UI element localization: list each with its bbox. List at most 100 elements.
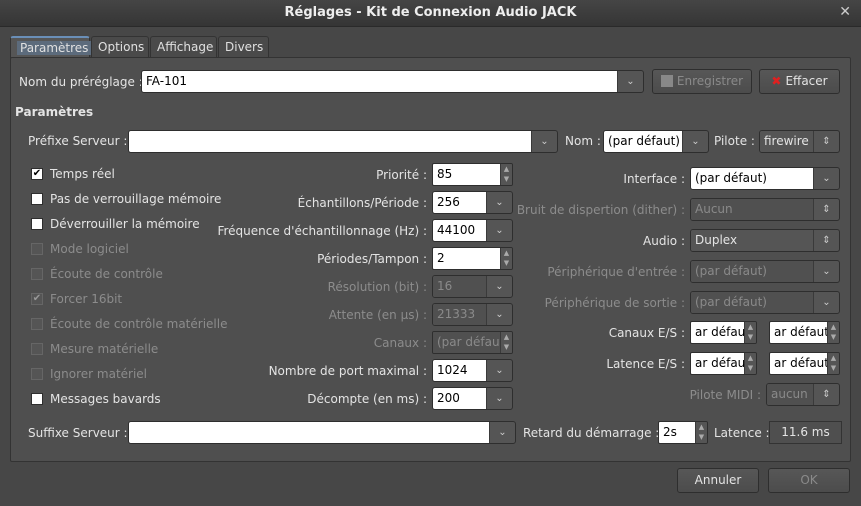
audio-value[interactable]: Duplex: [691, 230, 813, 251]
server-suffix-label: Suffixe Serveur :: [28, 426, 128, 440]
server-name-label: Nom :: [565, 134, 601, 148]
checkbox-label[interactable]: Écoute de contrôle: [50, 266, 163, 282]
preset-name-value[interactable]: FA-101: [142, 71, 617, 92]
spin-arrows-icon[interactable]: ▲ ▼: [744, 353, 756, 374]
channels-in-value[interactable]: ar défaut): [691, 322, 744, 343]
checkbox[interactable]: [31, 393, 43, 405]
server-prefix-value[interactable]: [129, 131, 531, 152]
param-spin[interactable]: (par défaut)▲▼: [432, 331, 513, 354]
audio-combo[interactable]: Aucun ⇕: [690, 198, 840, 221]
latency-value: 11.6 ms: [769, 421, 842, 444]
checkbox-label[interactable]: Déverrouiller la mémoire: [50, 216, 200, 232]
midi-driver-label: Pilote MIDI :: [689, 388, 761, 402]
checkbox[interactable]: [31, 318, 43, 330]
latency-out-spin[interactable]: ar défaut)▲▼: [769, 352, 840, 375]
latency-in-value[interactable]: ar défaut): [691, 353, 744, 374]
midi-driver-combo[interactable]: aucun ⇕: [766, 383, 840, 406]
ok-button[interactable]: OK: [768, 468, 850, 493]
chevron-down-icon[interactable]: ⌄: [486, 360, 512, 381]
server-name-value[interactable]: (par défaut): [604, 131, 682, 152]
server-suffix-combo[interactable]: ⌄: [128, 421, 516, 444]
tab-affichage[interactable]: Affichage: [150, 36, 217, 58]
param-label: Attente (en µs) :: [328, 308, 427, 322]
save-button[interactable]: Enregistrer: [652, 69, 752, 94]
audio-value[interactable]: (par défaut): [691, 292, 813, 313]
spin-arrows-icon[interactable]: ▲ ▼: [827, 322, 839, 343]
updown-icon[interactable]: ⌄: [813, 261, 839, 282]
checkbox[interactable]: [31, 193, 43, 205]
chevron-down-icon[interactable]: ⌄: [489, 422, 515, 443]
channels-out-value[interactable]: ar défaut): [770, 322, 827, 343]
tab-parametres[interactable]: Paramètres: [10, 36, 92, 58]
server-prefix-combo[interactable]: ⌄: [128, 130, 558, 153]
close-icon[interactable]: ✕: [839, 4, 851, 20]
param-value[interactable]: 1024: [433, 360, 486, 381]
section-heading: Paramètres: [15, 105, 94, 119]
param-value[interactable]: 44100: [433, 220, 486, 241]
start-delay-spin[interactable]: 2s ▲ ▼: [658, 421, 708, 444]
checkbox-label[interactable]: Mode logiciel: [50, 241, 129, 257]
param-value[interactable]: 200: [433, 388, 486, 409]
driver-combo[interactable]: firewire ⇕: [759, 130, 840, 153]
param-value[interactable]: 21333: [433, 304, 486, 325]
spin-arrows-icon[interactable]: ▲ ▼: [827, 353, 839, 374]
checkbox-label[interactable]: Mesure matérielle: [50, 341, 158, 357]
preset-name-combo[interactable]: FA-101 ⌄: [141, 70, 644, 93]
updown-icon[interactable]: ⇕: [813, 199, 839, 220]
checkbox[interactable]: [31, 368, 43, 380]
checkbox-label[interactable]: Temps réel: [50, 166, 115, 182]
latency-label: Latence :: [714, 426, 770, 440]
chevron-down-icon[interactable]: ⌄: [531, 131, 557, 152]
start-delay-value[interactable]: 2s: [659, 422, 695, 443]
spin-arrows-icon[interactable]: ▲ ▼: [500, 332, 512, 353]
audio-value[interactable]: Aucun: [691, 199, 813, 220]
param-label: Décompte (en ms) :: [307, 392, 427, 406]
chevron-down-icon[interactable]: ⌄: [813, 168, 839, 189]
clear-button[interactable]: ✖ Effacer: [759, 69, 840, 94]
updown-icon[interactable]: ⌄: [813, 292, 839, 313]
checkbox[interactable]: [31, 268, 43, 280]
tab-label: Paramètres: [17, 41, 92, 55]
audio-value[interactable]: (par défaut): [691, 261, 813, 282]
title-bar: Réglages - Kit de Connexion Audio JACK ✕: [0, 0, 861, 27]
param-value[interactable]: 256: [433, 192, 486, 213]
param-label: Échantillons/Période :: [297, 196, 427, 210]
checkbox[interactable]: [31, 218, 43, 230]
audio-combo[interactable]: Duplex ⇕: [690, 229, 840, 252]
audio-combo[interactable]: (par défaut) ⌄: [690, 260, 840, 283]
channels-in-spin[interactable]: ar défaut)▲▼: [690, 321, 757, 344]
driver-label: Pilote :: [714, 134, 755, 148]
channels-out-spin[interactable]: ar défaut)▲▼: [769, 321, 840, 344]
checkbox[interactable]: [31, 343, 43, 355]
latency-out-value[interactable]: ar défaut): [770, 353, 827, 374]
tab-divers[interactable]: Divers: [218, 36, 269, 58]
updown-icon[interactable]: ⇕: [813, 230, 839, 251]
param-value[interactable]: 16: [433, 276, 486, 297]
audio-combo[interactable]: (par défaut) ⌄: [690, 291, 840, 314]
audio-value[interactable]: (par défaut): [691, 168, 813, 189]
checkbox[interactable]: ✔: [31, 168, 43, 180]
spin-arrows-icon[interactable]: ▲ ▼: [695, 422, 707, 443]
latency-in-spin[interactable]: ar défaut)▲▼: [690, 352, 757, 375]
param-combo[interactable]: 1024 ⌄: [432, 359, 513, 382]
audio-label: Bruit de dispertion (dither) :: [516, 203, 685, 217]
param-value[interactable]: (par défaut): [433, 332, 500, 353]
param-label: Périodes/Tampon :: [317, 252, 427, 266]
checkbox-label[interactable]: Ignorer matériel: [50, 366, 147, 382]
checkbox-label[interactable]: Pas de verrouillage mémoire: [50, 191, 221, 207]
server-name-combo[interactable]: (par défaut) ⌄: [603, 130, 709, 153]
param-combo[interactable]: 200 ⌄: [432, 387, 513, 410]
checkbox[interactable]: [31, 243, 43, 255]
audio-label: Interface :: [623, 172, 685, 186]
chevron-down-icon[interactable]: ⌄: [617, 71, 643, 92]
chevron-down-icon[interactable]: ⌄: [486, 388, 512, 409]
checkbox-label[interactable]: Messages bavards: [50, 391, 161, 407]
checkbox[interactable]: ✔: [31, 293, 43, 305]
server-suffix-value[interactable]: [129, 422, 489, 443]
tab-options[interactable]: Options: [91, 36, 149, 58]
cancel-button[interactable]: Annuler: [677, 468, 759, 493]
spin-arrows-icon[interactable]: ▲ ▼: [744, 322, 756, 343]
chevron-down-icon[interactable]: ⌄: [682, 131, 708, 152]
checkbox-label[interactable]: Forcer 16bit: [50, 291, 122, 307]
audio-combo[interactable]: (par défaut) ⌄: [690, 167, 840, 190]
